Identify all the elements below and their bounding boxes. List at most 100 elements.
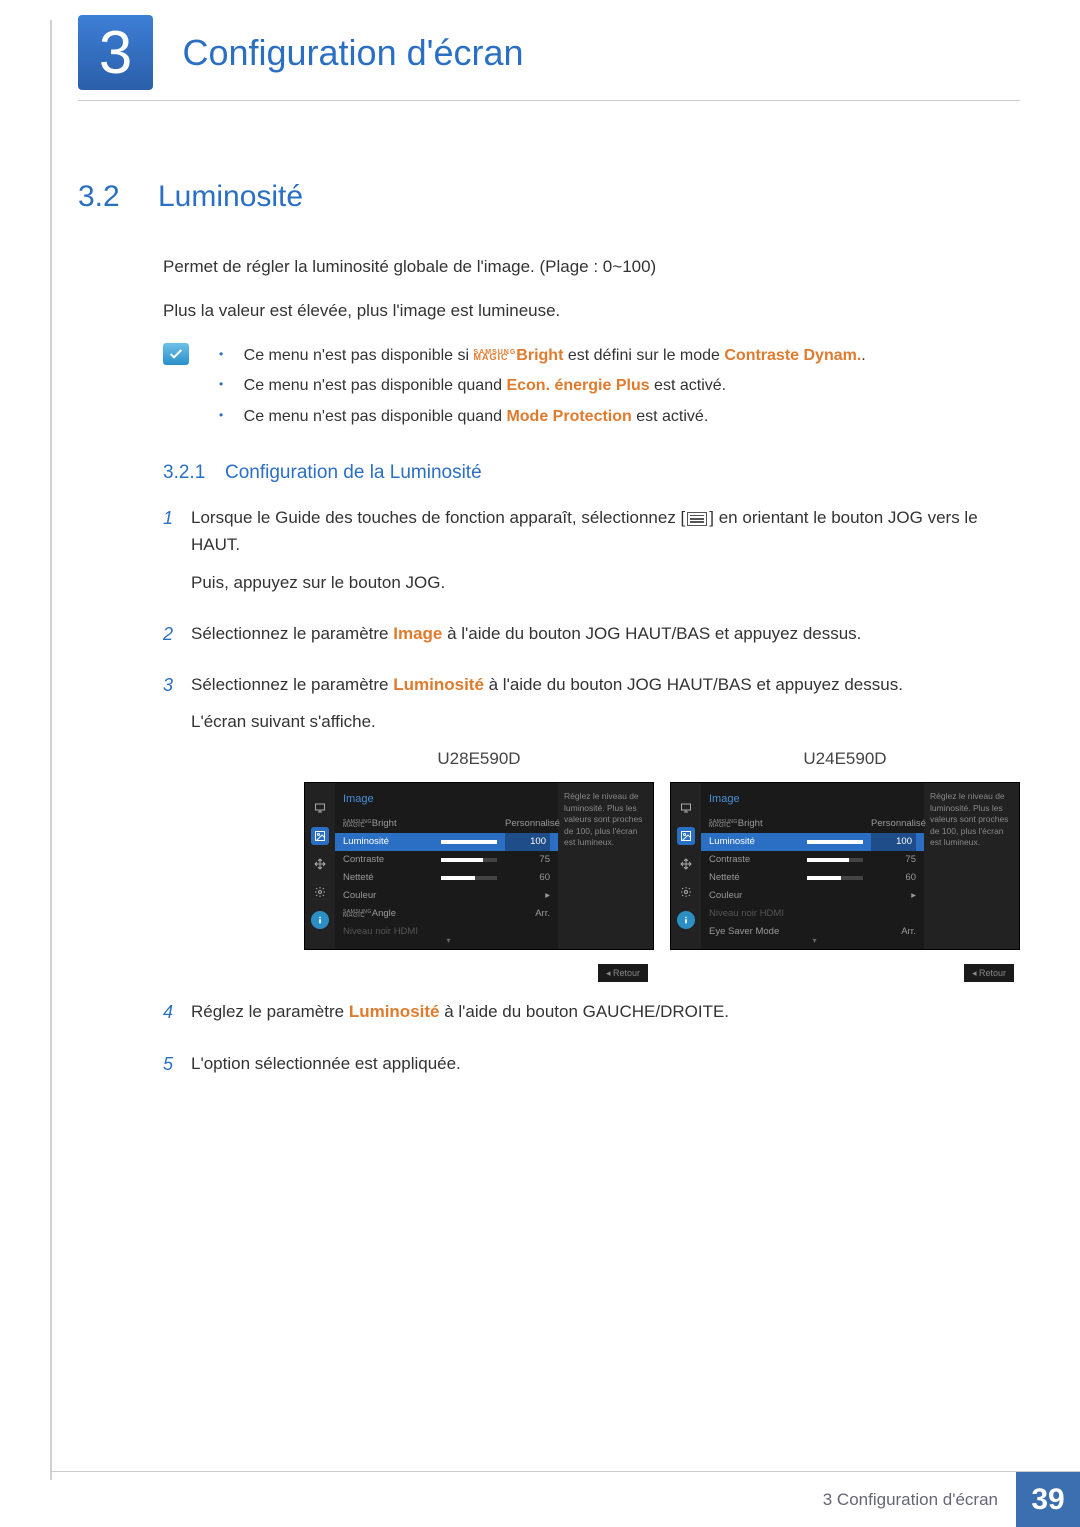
osd-help-panel: Réglez le niveau de luminosité. Plus les… — [558, 783, 653, 949]
osd-screenshots-row: U28E590D — [304, 745, 1020, 966]
step-2-text-c: à l'aide du bouton JOG HAUT/BAS et appuy… — [442, 624, 861, 643]
page-footer: 3 Configuration d'écran 39 — [50, 1471, 1080, 1527]
section-number: 3.2 — [78, 180, 158, 214]
note-item-2: Ce menu n'est pas disponible quand Econ.… — [219, 371, 866, 401]
back-arrow-icon: ◂ — [972, 968, 977, 978]
osd-val-personnalise: Personnalisé — [505, 816, 550, 831]
step-4-text-a: Réglez le paramètre — [191, 1002, 349, 1021]
step-4: 4 Réglez le paramètre Luminosité à l'aid… — [163, 998, 1020, 1035]
step-3: 3 Sélectionnez le paramètre Luminosité à… — [163, 671, 1020, 985]
subsection-heading: 3.2.1 Configuration de la Luminosité — [163, 462, 1020, 484]
step-2-number: 2 — [163, 620, 191, 657]
step-5-text: L'option sélectionnée est appliquée. — [191, 1050, 1020, 1077]
osd-item-magic-bright: SAMSUNGMAGICBright Personnalisé — [335, 815, 558, 833]
arrow-right-icon: ▸ — [505, 888, 550, 903]
osd-item-couleur: Couleur ▸ — [335, 887, 558, 905]
osd-val-100: 100 — [871, 833, 916, 850]
note-3-text-c: est activé. — [632, 408, 708, 425]
contraste-dynam-label: Contraste Dynam. — [724, 347, 861, 364]
osd-item-contraste: Contraste 75 — [701, 851, 924, 869]
monitor-icon — [311, 799, 329, 817]
note-3-text-a: Ce menu n'est pas disponible quand — [244, 408, 507, 425]
osd-column-right: U24E590D — [670, 745, 1020, 966]
step-3-text-d: L'écran suivant s'affiche. — [191, 708, 1020, 735]
step-3-text-a: Sélectionnez le paramètre — [191, 675, 393, 694]
section-title: Luminosité — [158, 180, 303, 214]
osd-main: Image SAMSUNGMAGICBright Personnalisé Lu… — [701, 783, 924, 949]
note-2-text-c: est activé. — [650, 377, 726, 394]
osd-val-100: 100 — [505, 833, 550, 850]
osd-val-personnalise: Personnalisé — [871, 816, 916, 831]
subsection-title: Configuration de la Luminosité — [225, 462, 482, 484]
osd-sidebar — [305, 783, 335, 949]
chevron-down-icon: ▾ — [813, 935, 817, 948]
monitor-icon — [677, 799, 695, 817]
osd-help-panel: Réglez le niveau de luminosité. Plus les… — [924, 783, 1019, 949]
info-icon — [677, 911, 695, 929]
osd-menu-title: Image — [335, 791, 558, 815]
step-5-number: 5 — [163, 1050, 191, 1087]
osd-item-couleur: Couleur ▸ — [701, 887, 924, 905]
osd-model-right: U24E590D — [670, 745, 1020, 772]
osd-menu-left: Image SAMSUNGMAGICBright Personnalisé Lu… — [304, 782, 654, 950]
move-icon — [677, 855, 695, 873]
osd-val-75: 75 — [505, 852, 550, 867]
magic-bright-label: SAMSUNGMAGICBright — [474, 347, 564, 364]
osd-menu-right: Image SAMSUNGMAGICBright Personnalisé Lu… — [670, 782, 1020, 950]
step-3-number: 3 — [163, 671, 191, 985]
osd-item-magic-angle: SAMSUNGMAGICAngle Arr. — [335, 905, 558, 923]
footer-chapter-label: 3 Configuration d'écran — [823, 1472, 1016, 1527]
osd-item-contraste: Contraste 75 — [335, 851, 558, 869]
note-icon — [163, 343, 189, 365]
note-1-text-c: est défini sur le mode — [563, 347, 724, 364]
chevron-down-icon: ▾ — [447, 935, 451, 948]
osd-item-luminosite: Luminosité 100 — [335, 833, 558, 851]
mode-protection-label: Mode Protection — [506, 408, 631, 425]
osd-val-75: 75 — [871, 852, 916, 867]
osd-main: Image SAMSUNGMAGICBright Personnalisé Lu… — [335, 783, 558, 949]
osd-item-magic-bright: SAMSUNGMAGICBright Personnalisé — [701, 815, 924, 833]
arrow-right-icon: ▸ — [871, 888, 916, 903]
osd-val-60: 60 — [505, 870, 550, 885]
step-1-text-a: Lorsque le Guide des touches de fonction… — [191, 508, 685, 527]
note-block: Ce menu n'est pas disponible si SAMSUNGM… — [163, 341, 1020, 432]
chapter-number-badge: 3 — [78, 15, 153, 90]
osd-item-nettete: Netteté 60 — [701, 869, 924, 887]
step-1: 1 Lorsque le Guide des touches de foncti… — [163, 504, 1020, 606]
note-1-text-e: . — [861, 347, 865, 364]
osd-item-nettete: Netteté 60 — [335, 869, 558, 887]
luminosite-param-label-2: Luminosité — [349, 1002, 440, 1021]
luminosite-param-label: Luminosité — [393, 675, 484, 694]
step-2: 2 Sélectionnez le paramètre Image à l'ai… — [163, 620, 1020, 657]
osd-model-left: U28E590D — [304, 745, 654, 772]
osd-val-arr: Arr. — [505, 906, 550, 921]
move-icon — [311, 855, 329, 873]
osd-sidebar — [671, 783, 701, 949]
step-4-number: 4 — [163, 998, 191, 1035]
osd-footer-retour: ◂ Retour — [598, 964, 648, 982]
page-content: 3.2 Luminosité Permet de régler la lumin… — [78, 180, 1020, 1101]
step-5: 5 L'option sélectionnée est appliquée. — [163, 1050, 1020, 1087]
left-margin-rule — [50, 20, 52, 1480]
back-arrow-icon: ◂ — [606, 968, 611, 978]
subsection-number: 3.2.1 — [163, 462, 225, 484]
note-item-1: Ce menu n'est pas disponible si SAMSUNGM… — [219, 341, 866, 371]
step-3-text-c: à l'aide du bouton JOG HAUT/BAS et appuy… — [484, 675, 903, 694]
intro-paragraph-2: Plus la valeur est élevée, plus l'image … — [163, 298, 1020, 324]
note-1-text-a: Ce menu n'est pas disponible si — [244, 347, 474, 364]
page-number: 39 — [1016, 1472, 1080, 1527]
info-icon — [311, 911, 329, 929]
gear-icon — [311, 883, 329, 901]
image-param-label: Image — [393, 624, 442, 643]
step-2-text-a: Sélectionnez le paramètre — [191, 624, 393, 643]
chapter-title: Configuration d'écran — [182, 32, 523, 74]
note-list: Ce menu n'est pas disponible si SAMSUNGM… — [219, 341, 866, 432]
step-list: 1 Lorsque le Guide des touches de foncti… — [163, 504, 1020, 1087]
osd-item-niveau-hdmi: Niveau noir HDMI — [701, 905, 924, 923]
step-4-text-c: à l'aide du bouton GAUCHE/DROITE. — [439, 1002, 729, 1021]
section-heading: 3.2 Luminosité — [78, 180, 1020, 214]
econ-energie-label: Econ. énergie Plus — [506, 377, 649, 394]
step-1-number: 1 — [163, 504, 191, 606]
osd-menu-title: Image — [701, 791, 924, 815]
osd-column-left: U28E590D — [304, 745, 654, 966]
